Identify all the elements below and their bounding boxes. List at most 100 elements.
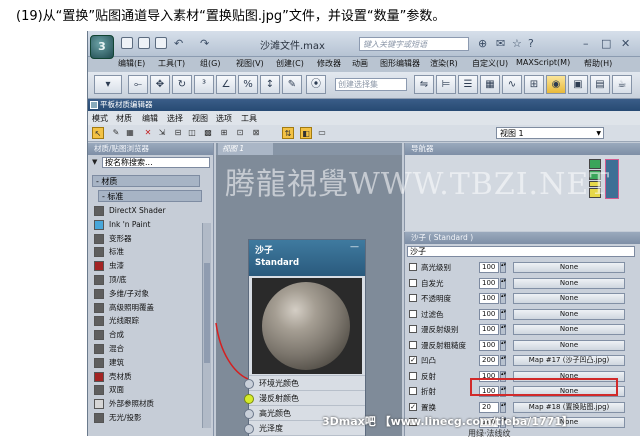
schematic-view-icon[interactable]: ⊞ [524, 75, 544, 94]
parameter-editor-icon[interactable]: ◧ [300, 127, 312, 139]
list-item[interactable]: 混合 [94, 343, 200, 355]
binoculars-icon[interactable]: ⊕ [478, 37, 487, 50]
save-file-icon[interactable] [155, 37, 167, 49]
map-enable-checkbox[interactable] [409, 340, 417, 349]
material-editor-icon[interactable]: ◉ [546, 75, 566, 94]
node-header[interactable]: 沙子 Standard — [249, 240, 365, 276]
redo-icon[interactable]: ↷ [200, 37, 209, 50]
map-slot-button[interactable]: Map #17 (沙子凹凸.jpg) [513, 355, 625, 366]
amount-spinner[interactable]: ▴▾ [500, 308, 506, 320]
map-amount-input[interactable]: 200 [479, 355, 499, 366]
category-materials[interactable]: - 材质 [92, 175, 200, 187]
menu-graph-editors[interactable]: 图形编辑器 [380, 58, 420, 69]
list-item[interactable]: 高级照明覆盖 [94, 302, 200, 314]
map-enable-checkbox[interactable]: ✓ [409, 356, 417, 364]
menu-animation[interactable]: 动画 [352, 58, 368, 69]
selection-set-input[interactable]: 创建选择集 [335, 78, 407, 91]
list-item[interactable]: 多维/子对象 [94, 288, 200, 300]
eyedropper-icon[interactable]: ✎ [110, 127, 122, 139]
list-item[interactable]: 建筑 [94, 357, 200, 369]
delete-icon[interactable]: ✕ [142, 127, 154, 139]
browser-search-input[interactable]: 按名称搜索... [102, 157, 210, 168]
select-link-icon[interactable]: ⟜ [128, 75, 148, 94]
open-file-icon[interactable] [138, 37, 150, 49]
layout-children-icon[interactable]: ⊡ [234, 127, 246, 139]
assign-material-icon[interactable]: ▦ [124, 127, 136, 139]
view-tab[interactable]: 视图 1 [218, 143, 273, 155]
amount-spinner[interactable]: ▴▾ [500, 262, 506, 273]
mirror-icon[interactable]: ⇋ [414, 75, 434, 94]
map-slot-button[interactable]: Map #18 (置换贴图.jpg) [513, 401, 625, 413]
map-slot-button[interactable]: None [513, 324, 625, 335]
editor-menu-select[interactable]: 选择 [167, 113, 183, 124]
map-amount-input[interactable]: 100 [479, 308, 499, 320]
node-slot[interactable]: 环境光颜色 [244, 375, 365, 391]
curve-editor-icon[interactable]: ∿ [502, 75, 522, 94]
menu-group[interactable]: 组(G) [200, 58, 220, 69]
list-item[interactable]: DirectX Shader [94, 205, 200, 217]
browser-scrollbar[interactable] [202, 223, 211, 428]
percent-snap-icon[interactable]: % [238, 75, 258, 94]
select-children-icon[interactable]: ⊠ [250, 127, 262, 139]
material-name-input[interactable]: 沙子 [407, 246, 635, 257]
list-item[interactable]: 虫漆 [94, 260, 200, 272]
render-setup-icon[interactable]: ▣ [568, 75, 588, 94]
hide-unused-icon[interactable]: ⊟ [172, 127, 184, 139]
socket-icon[interactable] [244, 409, 254, 419]
map-amount-input[interactable]: 100 [479, 293, 499, 304]
amount-spinner[interactable]: ▴▾ [500, 277, 506, 289]
render-teapot-icon[interactable]: ☕ [612, 75, 632, 94]
list-item[interactable]: 无光/投影 [94, 412, 200, 424]
amount-spinner[interactable]: ▴▾ [500, 339, 506, 351]
selection-filter-dropdown[interactable]: ▾ [94, 75, 122, 94]
editor-menu-view[interactable]: 视图 [192, 113, 208, 124]
editor-menu-options[interactable]: 选项 [216, 113, 232, 124]
editor-menu-modes[interactable]: 模式 [92, 113, 108, 124]
menu-create[interactable]: 创建(C) [276, 58, 304, 69]
map-amount-input[interactable]: 100 [479, 277, 499, 289]
map-slot-button[interactable]: None [513, 293, 625, 304]
minimize-icon[interactable]: – [583, 37, 589, 50]
rendered-frame-icon[interactable]: ▤ [590, 75, 610, 94]
spinner-snap-icon[interactable]: ↕ [260, 75, 280, 94]
material-node[interactable]: 沙子 Standard — 环境光颜色漫反射颜色高光颜色光泽度高光级别 [244, 239, 366, 436]
list-item[interactable]: 变形器 [94, 233, 200, 245]
editor-menu-utilities[interactable]: 工具 [241, 113, 257, 124]
new-file-icon[interactable] [121, 37, 133, 49]
map-amount-input[interactable]: 20 [479, 401, 499, 413]
map-slot-button[interactable]: None [513, 262, 625, 273]
layout-all-icon[interactable]: ⊞ [218, 127, 230, 139]
map-amount-input[interactable]: 100 [479, 262, 499, 273]
map-amount-input[interactable]: 100 [479, 324, 499, 335]
menu-maxscript[interactable]: MAXScript(M) [516, 58, 570, 67]
menu-edit[interactable]: 编辑(E) [118, 58, 145, 69]
menu-help[interactable]: 帮助(H) [584, 58, 612, 69]
maximize-icon[interactable]: □ [601, 37, 611, 50]
help-icon[interactable]: ? [528, 37, 534, 50]
align-icon[interactable]: ⊨ [436, 75, 456, 94]
node-minimize-icon[interactable]: — [350, 242, 359, 252]
list-item[interactable]: 双面 [94, 384, 200, 396]
show-background-icon[interactable]: ▩ [202, 127, 214, 139]
node-slot[interactable]: 漫反射颜色 [244, 390, 365, 406]
undo-icon[interactable]: ↶ [174, 37, 183, 50]
map-enable-checkbox[interactable] [409, 387, 417, 395]
list-item[interactable]: 合成 [94, 329, 200, 341]
menu-modifiers[interactable]: 修改器 [317, 58, 341, 69]
list-item[interactable]: 光线跟踪 [94, 315, 200, 327]
amount-spinner[interactable]: ▴▾ [500, 324, 506, 335]
list-item[interactable]: 标准 [94, 246, 200, 258]
select-tool-icon[interactable]: ↖ [92, 127, 104, 139]
map-slot-button[interactable]: None [513, 308, 625, 320]
snap-3-icon[interactable]: ³ [194, 75, 214, 94]
favorites-star-icon[interactable]: ☆ [512, 37, 522, 50]
map-slot-button[interactable]: None [513, 277, 625, 289]
menu-customize[interactable]: 自定义(U) [472, 58, 508, 69]
map-enable-checkbox[interactable] [409, 278, 417, 287]
map-amount-input[interactable]: 100 [479, 339, 499, 351]
map-enable-checkbox[interactable] [409, 309, 417, 318]
named-selection-icon[interactable]: ⦿ [306, 75, 326, 94]
map-enable-checkbox[interactable] [409, 325, 417, 333]
amount-spinner[interactable]: ▴▾ [500, 401, 506, 413]
socket-icon[interactable] [244, 424, 254, 434]
